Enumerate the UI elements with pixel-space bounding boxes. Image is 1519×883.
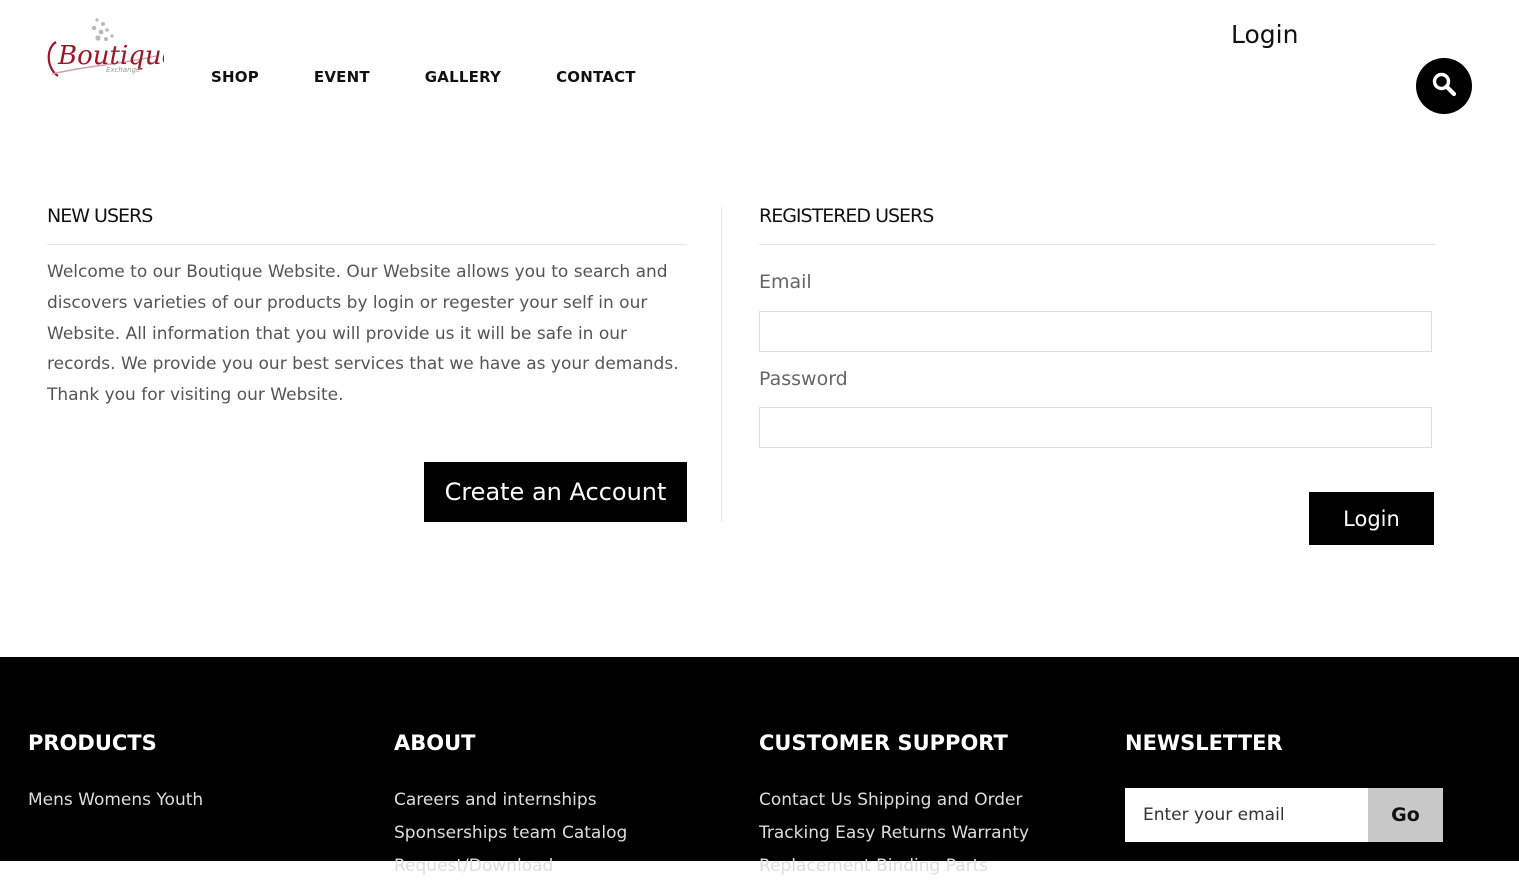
footer-support-title: CUSTOMER SUPPORT <box>759 731 1008 755</box>
new-users-title: NEW USERS <box>47 205 687 245</box>
password-label: Password <box>759 368 848 390</box>
footer-products-title: PRODUCTS <box>28 731 157 755</box>
footer-support-links[interactable]: Contact Us Shipping and Order Tracking E… <box>759 784 1074 883</box>
search-icon <box>1431 71 1457 101</box>
login-button[interactable]: Login <box>1309 492 1434 545</box>
newsletter-email-input[interactable] <box>1125 788 1368 842</box>
registered-users-title: REGISTERED USERS <box>759 205 1435 245</box>
email-label: Email <box>759 271 812 293</box>
nav-contact[interactable]: CONTACT <box>556 68 636 86</box>
search-button[interactable] <box>1416 58 1472 114</box>
newsletter-form: Go <box>1125 788 1443 842</box>
nav-event[interactable]: EVENT <box>314 68 370 86</box>
new-users-section: NEW USERS Welcome to our Boutique Websit… <box>47 205 687 522</box>
email-field[interactable] <box>759 311 1432 352</box>
main-nav: SHOP EVENT GALLERY CONTACT <box>211 68 691 86</box>
footer-newsletter-title: NEWSLETTER <box>1125 731 1283 755</box>
nav-shop[interactable]: SHOP <box>211 68 259 86</box>
newsletter-go-button[interactable]: Go <box>1368 788 1443 842</box>
site-footer: PRODUCTS Mens Womens Youth ABOUT Careers… <box>0 657 1519 876</box>
nav-gallery[interactable]: GALLERY <box>425 68 501 86</box>
column-divider <box>721 207 722 522</box>
welcome-text: Welcome to our Boutique Website. Our Web… <box>47 262 679 406</box>
svg-text:Exchange: Exchange <box>106 66 140 74</box>
footer-about-links[interactable]: Careers and internships Sponserships tea… <box>394 784 694 883</box>
boutique-logo[interactable]: Boutique Exchange <box>44 14 177 86</box>
password-field[interactable] <box>759 407 1432 448</box>
registered-users-section: REGISTERED USERS Email Password Login <box>759 205 1435 545</box>
header-login-link[interactable]: Login <box>1231 20 1298 49</box>
create-account-button[interactable]: Create an Account <box>424 462 687 522</box>
footer-about-title: ABOUT <box>394 731 476 755</box>
footer-products-links[interactable]: Mens Womens Youth <box>28 784 348 817</box>
